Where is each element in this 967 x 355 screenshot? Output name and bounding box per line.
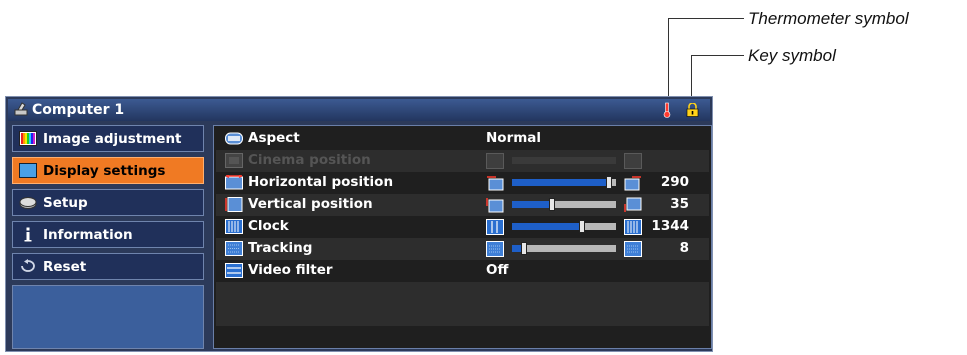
sidebar-empty-area	[12, 285, 204, 349]
empty-row	[216, 304, 709, 326]
display-settings-icon	[19, 163, 37, 178]
cinema-position-increase-icon	[624, 153, 642, 169]
empty-row	[216, 282, 709, 304]
setting-number: 35	[670, 196, 689, 212]
sidebar-item-label: Display settings	[43, 163, 166, 179]
slider-knob[interactable]	[606, 176, 612, 189]
sidebar-item-image-adjustment[interactable]: Image adjustment	[12, 125, 204, 152]
cinema-position-decrease-icon	[486, 153, 504, 169]
thermometer-callout-label: Thermometer symbol	[748, 9, 909, 28]
setting-row-horizontal-position[interactable]: Horizontal position 290	[216, 172, 709, 194]
horizontal-position-icon	[225, 175, 243, 190]
cinema-position-icon	[225, 153, 243, 168]
sidebar-item-label: Setup	[43, 195, 88, 211]
clock-slider[interactable]	[512, 220, 616, 233]
tracking-slider[interactable]	[512, 242, 616, 255]
tracking-decrease-icon[interactable]	[486, 241, 504, 257]
reset-icon	[21, 259, 35, 272]
setting-row-vertical-position[interactable]: Vertical position 35	[216, 194, 709, 216]
horizontal-position-increase-icon[interactable]	[624, 175, 642, 191]
settings-panel: Aspect Normal Cinema position Horizontal…	[213, 125, 712, 349]
setting-row-tracking[interactable]: Tracking 8	[216, 238, 709, 260]
onscreen-menu-window: Computer 1 Image adjustment Display sett…	[5, 96, 713, 352]
thermometer-callout-leader	[668, 18, 669, 104]
sidebar-item-setup[interactable]: Setup	[12, 189, 204, 216]
setting-label: Tracking	[248, 240, 313, 256]
setting-row-clock[interactable]: Clock 1344	[216, 216, 709, 238]
vertical-position-icon	[225, 197, 243, 212]
tracking-increase-icon[interactable]	[624, 241, 642, 257]
setting-number: 290	[660, 174, 689, 190]
information-icon	[24, 227, 32, 242]
vertical-position-decrease-icon[interactable]	[486, 197, 504, 213]
key-callout-label: Key symbol	[748, 46, 836, 65]
slider-fill	[512, 201, 552, 208]
horizontal-position-decrease-icon[interactable]	[486, 175, 504, 191]
setting-label: Clock	[248, 218, 289, 234]
slider-knob[interactable]	[579, 220, 585, 233]
title-bar: Computer 1	[8, 99, 710, 121]
setting-label: Vertical position	[248, 196, 373, 212]
slider-knob[interactable]	[521, 242, 527, 255]
setting-number: 8	[679, 240, 689, 256]
sidebar-item-label: Information	[43, 227, 133, 243]
thermometer-icon	[663, 102, 671, 118]
slider-fill	[512, 223, 582, 230]
horizontal-position-slider[interactable]	[512, 176, 616, 189]
tracking-icon	[225, 241, 243, 256]
thermometer-callout-line	[668, 18, 744, 19]
sidebar-item-label: Image adjustment	[43, 131, 182, 147]
setting-number: 1344	[651, 218, 689, 234]
sidebar-menu: Image adjustment Display settings Setup …	[12, 125, 206, 349]
window-title: Computer 1	[32, 102, 125, 118]
setting-value: Normal	[486, 130, 542, 146]
setting-label: Cinema position	[248, 152, 371, 168]
cinema-position-slider	[512, 157, 616, 164]
setting-label: Horizontal position	[248, 174, 394, 190]
setting-value: Off	[486, 262, 509, 278]
slider-fill	[512, 179, 609, 186]
sidebar-item-reset[interactable]: Reset	[12, 253, 204, 280]
setting-label: Aspect	[248, 130, 300, 146]
vertical-position-increase-icon[interactable]	[624, 197, 642, 213]
clock-increase-icon[interactable]	[624, 219, 642, 235]
setting-row-cinema-position: Cinema position	[216, 150, 709, 172]
sidebar-item-information[interactable]: Information	[12, 221, 204, 248]
input-source-icon	[14, 102, 28, 116]
setting-row-video-filter[interactable]: Video filter Off	[216, 260, 709, 282]
video-filter-icon	[225, 263, 243, 278]
clock-icon	[225, 219, 243, 234]
sidebar-item-label: Reset	[43, 259, 87, 275]
setup-icon	[19, 197, 37, 209]
clock-decrease-icon[interactable]	[486, 219, 504, 235]
sidebar-item-display-settings[interactable]: Display settings	[12, 157, 204, 184]
image-adjustment-icon	[19, 131, 37, 146]
vertical-position-slider[interactable]	[512, 198, 616, 211]
key-icon	[686, 103, 699, 117]
aspect-icon	[225, 132, 243, 145]
key-callout-line	[691, 55, 744, 56]
setting-row-aspect[interactable]: Aspect Normal	[216, 128, 709, 150]
slider-knob[interactable]	[549, 198, 555, 211]
setting-label: Video filter	[248, 262, 333, 278]
